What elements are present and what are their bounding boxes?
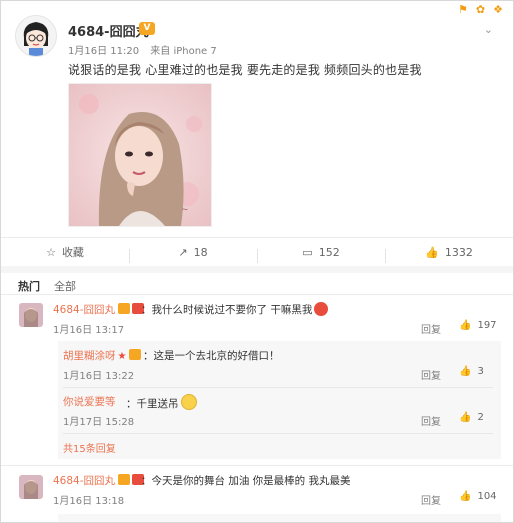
reply-button[interactable]: 回复 <box>421 413 441 428</box>
comment-button[interactable]: ▭ 152 <box>257 245 385 263</box>
post-image[interactable]: ~ <box>68 83 212 227</box>
comment-like-count: 104 <box>477 491 497 502</box>
replies-box <box>58 514 501 522</box>
repost-icon: ↗ <box>178 245 188 259</box>
avatar[interactable] <box>15 15 57 57</box>
reply-text: ：千里送吊 <box>126 394 197 411</box>
reply-author[interactable]: 你说爱要等 <box>63 394 116 409</box>
reply-author[interactable]: 胡里糊涂呀 ★ <box>63 348 142 363</box>
reply-like-count: 3 <box>477 366 484 377</box>
divider <box>1 465 513 466</box>
star-icon: ☆ <box>46 245 56 259</box>
repost-count: 18 <box>193 245 208 259</box>
reply-text: ：这是一个去北京的好借口！ <box>143 350 280 362</box>
comment-text: ：我什么时候说过不要你了 干嘛黑我 <box>141 302 329 317</box>
comment-tabs: 热门 全部 <box>18 278 76 294</box>
favorite-button[interactable]: ☆ 收藏 <box>1 244 129 260</box>
reply-time: 1月16日 13:22 <box>63 371 135 382</box>
comment-like-button[interactable]: 👍 197 <box>459 320 497 331</box>
reply-button[interactable]: 回复 <box>421 367 441 382</box>
weibo-post-page: ⚑ ✿ ❖ ⌄ 4684-囧囧丸 V 1月16日 11:20 来自 iPhone… <box>0 0 514 523</box>
divider <box>1 294 513 295</box>
thumbs-up-icon: 👍 <box>459 366 472 377</box>
vip-badge-icon <box>118 303 131 314</box>
comment-avatar[interactable] <box>19 303 43 327</box>
comment-count: 152 <box>318 245 340 259</box>
post-meta: 1月16日 11:20 来自 iPhone 7 <box>68 42 217 57</box>
comment-author[interactable]: 4684-囧囧丸 <box>53 473 145 488</box>
post-date: 1月16日 11:20 <box>68 46 140 57</box>
decoration-icon: ✿ <box>475 3 486 16</box>
reply-text-content: ：千里送吊 <box>126 398 179 410</box>
topbar-decorations: ⚑ ✿ ❖ <box>458 3 503 16</box>
vip-badge-icon <box>129 349 142 360</box>
comment-author[interactable]: 4684-囧囧丸 <box>53 302 145 317</box>
comment-avatar[interactable] <box>19 475 43 499</box>
reply-like-button[interactable]: 👍 3 <box>459 366 484 377</box>
comment-like-button[interactable]: 👍 104 <box>459 491 497 502</box>
post-source[interactable]: 来自 iPhone 7 <box>150 46 216 57</box>
angry-emoji-icon <box>314 302 329 316</box>
more-replies-link[interactable]: 共15条回复 <box>63 440 116 455</box>
reply-like-count: 2 <box>477 412 484 423</box>
comment-author-name[interactable]: 4684-囧囧丸 <box>53 304 115 316</box>
comment-time: 1月16日 13:17 <box>53 325 125 336</box>
tab-all[interactable]: 全部 <box>54 278 76 294</box>
thumbs-up-icon: 👍 <box>425 245 439 259</box>
section-divider <box>1 266 513 273</box>
post-text: 说狠话的是我 心里难过的也是我 要先走的是我 频频回头的也是我 <box>68 63 422 77</box>
decoration-icon: ❖ <box>493 3 503 16</box>
divider <box>63 433 493 434</box>
like-button[interactable]: 👍 1332 <box>385 245 513 263</box>
face-emoji-icon <box>180 394 197 410</box>
comment-text: ：今天是你的舞台 加油 你是最棒的 我丸最美 <box>141 475 351 487</box>
decoration-icon: ⚑ <box>458 3 468 16</box>
vip-badge-icon: V <box>139 22 155 35</box>
comment-time: 1月16日 13:18 <box>53 496 125 507</box>
like-count: 1332 <box>444 245 473 259</box>
comment-author-name[interactable]: 4684-囧囧丸 <box>53 475 115 487</box>
svg-text:~: ~ <box>181 205 189 215</box>
comment-text-content: ：我什么时候说过不要你了 干嘛黑我 <box>141 304 313 316</box>
repost-button[interactable]: ↗ 18 <box>129 245 257 263</box>
reply-button[interactable]: 回复 <box>421 321 441 336</box>
post-username[interactable]: 4684-囧囧丸 <box>68 21 149 40</box>
divider <box>63 387 493 388</box>
favorite-label: 收藏 <box>61 246 84 259</box>
reply-like-button[interactable]: 👍 2 <box>459 412 484 423</box>
comment-icon: ▭ <box>302 245 313 259</box>
star-badge-icon: ★ <box>117 351 127 362</box>
thumbs-up-icon: 👍 <box>459 320 472 331</box>
tab-hot[interactable]: 热门 <box>18 278 40 294</box>
vip-badge-icon <box>118 474 131 485</box>
chevron-down-icon[interactable]: ⌄ <box>484 23 493 36</box>
thumbs-up-icon: 👍 <box>459 491 472 502</box>
thumbs-up-icon: 👍 <box>459 412 472 423</box>
reply-button[interactable]: 回复 <box>421 492 441 507</box>
reply-time: 1月17日 15:28 <box>63 417 135 428</box>
comment-like-count: 197 <box>477 320 497 331</box>
post-action-bar: ☆ 收藏 ↗ 18 ▭ 152 👍 1332 <box>1 237 513 267</box>
reply-author-name[interactable]: 胡里糊涂呀 <box>63 350 116 362</box>
